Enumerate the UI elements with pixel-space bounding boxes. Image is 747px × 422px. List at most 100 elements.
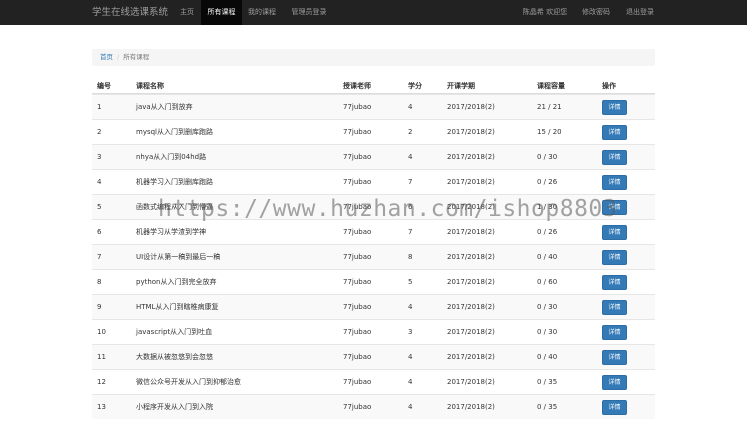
table-row: 12 微信公众号开发从入门到抑郁治愈 77jubao 4 2017/2018(2) 0 /… xyxy=(92,369,655,394)
cell-capacity: 0 / 26 xyxy=(537,228,558,236)
cell-capacity: 15 / 20 xyxy=(537,128,562,136)
table-row: 2 mysql从入门到删库跑路 77jubao 2 2017/2018(2) 15 / 2… xyxy=(92,119,655,144)
course-detail-button[interactable]: 详情 xyxy=(602,275,627,290)
cell-course-name: javascript从入门到吐血 xyxy=(136,328,213,336)
course-detail-button[interactable]: 详情 xyxy=(602,100,627,115)
cell-semester: 2017/2018(2) xyxy=(447,128,495,136)
cell-capacity: 0 / 30 xyxy=(537,153,558,161)
cell-id: 5 xyxy=(97,203,102,211)
table-row: 13 小程序开发从入门到入院 77jubao 4 2017/2018(2) 0 / 35 详… xyxy=(92,394,655,419)
course-detail-button[interactable]: 详情 xyxy=(602,175,627,190)
cell-capacity: 0 / 30 xyxy=(537,328,558,336)
col-header-semester: 开课学期 xyxy=(447,82,475,90)
nav-user-welcome[interactable]: 陈晶希 欢迎您 xyxy=(520,0,570,25)
cell-semester: 2017/2018(2) xyxy=(447,403,495,411)
course-detail-button[interactable]: 详情 xyxy=(602,250,627,265)
course-detail-button[interactable]: 详情 xyxy=(602,150,627,165)
top-navbar: 学生在线选课系统 主页 所有课程 我的课程 管理员登录 陈晶希 欢迎您 修改密码… xyxy=(0,0,747,25)
table-row: 8 python从入门到完全放弃 77jubao 5 2017/2018(2) 0 / 6… xyxy=(92,269,655,294)
nav-admin-login[interactable]: 管理员登录 xyxy=(282,0,336,25)
cell-capacity: 0 / 60 xyxy=(537,278,558,286)
cell-teacher: 77jubao xyxy=(343,303,372,311)
cell-semester: 2017/2018(2) xyxy=(447,153,495,161)
cell-teacher: 77jubao xyxy=(343,253,372,261)
cell-id: 12 xyxy=(97,378,106,386)
col-header-action: 操作 xyxy=(602,82,616,90)
table-row: 9 HTML从入门到瞎椎病康复 77jubao 4 2017/2018(2) 0 / 30… xyxy=(92,294,655,319)
breadcrumb-home-link[interactable]: 首页 xyxy=(100,53,113,61)
cell-teacher: 77jubao xyxy=(343,378,372,386)
cell-course-name: UI设计从第一稿到最后一稿 xyxy=(136,253,221,261)
course-detail-button[interactable]: 详情 xyxy=(602,375,627,390)
brand-title[interactable]: 学生在线选课系统 xyxy=(92,0,168,25)
table-row: 1 java从入门到放弃 77jubao 4 2017/2018(2) 21 / 21 详情 xyxy=(92,94,655,119)
cell-course-name: 微信公众号开发从入门到抑郁治愈 xyxy=(136,378,241,386)
course-detail-button[interactable]: 详情 xyxy=(602,350,627,365)
course-detail-button[interactable]: 详情 xyxy=(602,225,627,240)
cell-teacher: 77jubao xyxy=(343,128,372,136)
cell-credit: 5 xyxy=(408,278,413,286)
course-detail-button[interactable]: 详情 xyxy=(602,125,627,140)
cell-course-name: python从入门到完全放弃 xyxy=(136,278,217,286)
cell-credit: 6 xyxy=(408,203,413,211)
col-header-credit: 学分 xyxy=(408,82,422,90)
table-row: 6 机器学习从学渣到学神 77jubao 7 2017/2018(2) 0 / 26 详情 xyxy=(92,219,655,244)
cell-credit: 4 xyxy=(408,153,413,161)
cell-teacher: 77jubao xyxy=(343,178,372,186)
table-row: 5 函数式编程从入门到懵逼 77jubao 6 2017/2018(2) 1 / 30 详情 xyxy=(92,194,655,219)
cell-course-name: 大数据从被忽悠到会忽悠 xyxy=(136,353,213,361)
cell-id: 7 xyxy=(97,253,102,261)
cell-credit: 4 xyxy=(408,353,413,361)
cell-id: 1 xyxy=(97,103,102,111)
cell-capacity: 0 / 26 xyxy=(537,178,558,186)
course-detail-button[interactable]: 详情 xyxy=(602,400,627,415)
cell-semester: 2017/2018(2) xyxy=(447,378,495,386)
col-header-teacher: 授课老师 xyxy=(343,82,371,90)
nav-all-courses[interactable]: 所有课程 xyxy=(201,0,242,25)
cell-id: 6 xyxy=(97,228,102,236)
cell-semester: 2017/2018(2) xyxy=(447,278,495,286)
course-detail-button[interactable]: 详情 xyxy=(602,300,627,315)
cell-course-name: 小程序开发从入门到入院 xyxy=(136,403,213,411)
cell-teacher: 77jubao xyxy=(343,103,372,111)
cell-teacher: 77jubao xyxy=(343,353,372,361)
nav-change-password[interactable]: 修改密码 xyxy=(578,0,614,25)
cell-capacity: 0 / 40 xyxy=(537,253,558,261)
cell-semester: 2017/2018(2) xyxy=(447,103,495,111)
course-detail-button[interactable]: 详情 xyxy=(602,325,627,340)
cell-course-name: 机器学习从学渣到学神 xyxy=(136,228,206,236)
cell-semester: 2017/2018(2) xyxy=(447,203,495,211)
breadcrumb: 首页 / 所有课程 xyxy=(92,49,655,66)
course-detail-button[interactable]: 详情 xyxy=(602,200,627,215)
cell-teacher: 77jubao xyxy=(343,403,372,411)
cell-id: 3 xyxy=(97,153,102,161)
cell-semester: 2017/2018(2) xyxy=(447,178,495,186)
cell-credit: 4 xyxy=(408,403,413,411)
cell-credit: 2 xyxy=(408,128,413,136)
cell-credit: 4 xyxy=(408,303,413,311)
cell-capacity: 0 / 35 xyxy=(537,403,558,411)
cell-capacity: 1 / 30 xyxy=(537,203,558,211)
nav-logout[interactable]: 退出登录 xyxy=(622,0,658,25)
nav-my-courses[interactable]: 我的课程 xyxy=(242,0,282,25)
table-row: 4 机器学习入门到删库跑路 77jubao 7 2017/2018(2) 0 / 26 详情 xyxy=(92,169,655,194)
cell-semester: 2017/2018(2) xyxy=(447,303,495,311)
cell-id: 11 xyxy=(97,353,106,361)
cell-credit: 4 xyxy=(408,378,413,386)
cell-capacity: 0 / 30 xyxy=(537,303,558,311)
cell-course-name: nhya从入门到04hd路 xyxy=(136,153,207,161)
cell-course-name: mysql从入门到删库跑路 xyxy=(136,128,213,136)
table-row: 11 大数据从被忽悠到会忽悠 77jubao 4 2017/2018(2) 0 / 40 详… xyxy=(92,344,655,369)
nav-home[interactable]: 主页 xyxy=(173,0,201,25)
cell-capacity: 21 / 21 xyxy=(537,103,562,111)
col-header-course-name: 课程名称 xyxy=(136,82,164,90)
cell-semester: 2017/2018(2) xyxy=(447,228,495,236)
cell-course-name: java从入门到放弃 xyxy=(136,103,193,111)
breadcrumb-current: 所有课程 xyxy=(123,53,150,61)
cell-semester: 2017/2018(2) xyxy=(447,328,495,336)
cell-id: 9 xyxy=(97,303,102,311)
cell-capacity: 0 / 35 xyxy=(537,378,558,386)
breadcrumb-separator: / xyxy=(117,53,120,61)
cell-credit: 7 xyxy=(408,178,413,186)
cell-teacher: 77jubao xyxy=(343,203,372,211)
